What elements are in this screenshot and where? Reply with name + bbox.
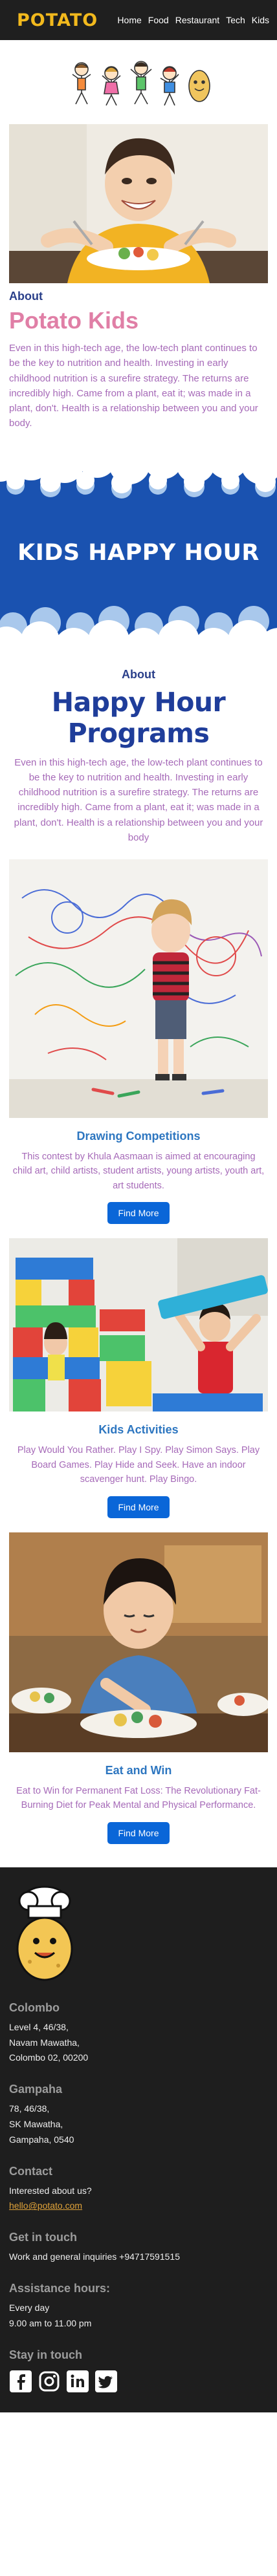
facebook-icon[interactable] (9, 2370, 32, 2393)
drawing-find-more-button[interactable]: Find More (107, 1202, 170, 1225)
nav-home[interactable]: Home (117, 15, 141, 25)
happy-text: Even in this high-tech age, the low-tech… (14, 757, 263, 843)
contact-email-link[interactable]: hello@potato.com (9, 2200, 82, 2211)
linkedin-icon[interactable] (66, 2370, 89, 2393)
get-in-touch-heading: Get in touch (9, 2231, 77, 2244)
nav-food[interactable]: Food (148, 15, 169, 25)
gampaha-address: 78, 46/38, SK Mawatha, Gampaha, 0540 (9, 2101, 268, 2147)
instagram-icon[interactable] (38, 2370, 61, 2393)
card-eat-text: Eat to Win for Permanent Fat Loss: The R… (16, 1785, 261, 1811)
potato-chef-logo (9, 1884, 268, 1984)
address-line: Colombo 02, 00200 (9, 2052, 89, 2063)
activities-find-more-button[interactable]: Find More (107, 1496, 170, 1518)
happy-about-label: About (122, 667, 155, 681)
contact-text: Interested about us? (9, 2185, 92, 2196)
site-footer: Colombo Level 4, 46/38, Navam Mawatha, C… (0, 1867, 277, 2412)
eat-find-more-button[interactable]: Find More (107, 1821, 170, 1844)
happy-hour-banner: KIDS HAPPY HOUR (0, 456, 277, 651)
about-label: About (9, 290, 43, 303)
site-header: POTATO Home Food Restaurant Tech Kids (0, 0, 277, 40)
contact-heading: Contact (9, 2164, 52, 2178)
hero-photo (9, 124, 268, 283)
card-eat-title: Eat and Win (105, 1763, 172, 1777)
banner-title: KIDS HAPPY HOUR (17, 539, 260, 566)
inquiries-text: Work and general inquiries +94717591515 (9, 2251, 180, 2262)
hours-line: 9.00 am to 11.00 pm (9, 2317, 92, 2328)
card-activities-text: Play Would You Rather. Play I Spy. Play … (17, 1445, 260, 1485)
about-title: Potato Kids (9, 307, 139, 334)
nav-tech[interactable]: Tech (226, 15, 245, 25)
activities-photo (9, 1238, 268, 1412)
nav-kids[interactable]: Kids (252, 15, 269, 25)
nav-restaurant[interactable]: Restaurant (175, 15, 219, 25)
card-drawing-text: This contest by Khula Aasmaan is aimed a… (12, 1152, 265, 1191)
address-line: Navam Mawatha, (9, 2037, 80, 2048)
address-line: Level 4, 46/38, (9, 2021, 69, 2032)
drawing-photo (9, 859, 268, 1118)
address-line: Gampaha, 0540 (9, 2134, 74, 2145)
hours-heading: Assistance hours: (9, 2281, 111, 2295)
about-text: Even in this high-tech age, the low-tech… (9, 343, 258, 429)
hours-line: Every day (9, 2302, 50, 2313)
colombo-heading: Colombo (9, 2001, 60, 2014)
twitter-icon[interactable] (94, 2370, 118, 2393)
eat-photo (9, 1532, 268, 1752)
happy-title: Happy Hour Programs (51, 686, 226, 749)
stay-in-touch-heading: Stay in touch (9, 2348, 83, 2361)
logo[interactable]: POTATO (17, 10, 98, 30)
hours-block: Every day 9.00 am to 11.00 pm (9, 2301, 268, 2332)
card-drawing-title: Drawing Competitions (76, 1130, 201, 1143)
address-line: 78, 46/38, (9, 2103, 50, 2114)
kids-illustration (0, 40, 277, 124)
colombo-address: Level 4, 46/38, Navam Mawatha, Colombo 0… (9, 2020, 268, 2066)
contact-block: Interested about us? hello@potato.com (9, 2184, 268, 2215)
card-activities-title: Kids Activities (98, 1423, 179, 1437)
address-line: SK Mawatha, (9, 2118, 63, 2129)
gampaha-heading: Gampaha (9, 2083, 63, 2096)
main-nav: Home Food Restaurant Tech Kids (117, 15, 269, 25)
social-links (9, 2370, 268, 2393)
